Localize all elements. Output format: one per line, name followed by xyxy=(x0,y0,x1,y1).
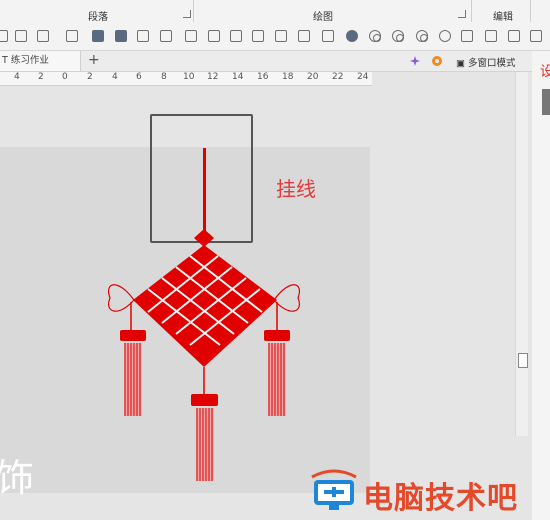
right-tassel xyxy=(264,330,290,416)
knot-grid xyxy=(133,245,277,367)
top-diamond xyxy=(194,229,214,247)
hanging-line xyxy=(203,148,206,234)
chinese-knot-ornament[interactable] xyxy=(0,0,550,520)
left-bow xyxy=(108,284,135,312)
computer-monitor-icon xyxy=(311,469,357,510)
task-panel-title: 设 xyxy=(540,64,550,80)
bottom-tassel xyxy=(191,394,218,481)
task-panel-button[interactable] xyxy=(542,89,550,115)
watermark-text: 电脑技术吧 xyxy=(363,481,518,516)
right-bow xyxy=(273,284,300,312)
left-tassel xyxy=(120,330,146,416)
scrollbar-thumb[interactable] xyxy=(518,353,528,368)
watermark-logo: 电脑技术吧 xyxy=(306,468,550,516)
vertical-scrollbar[interactable] xyxy=(515,72,528,436)
right-task-panel: 设 xyxy=(532,51,550,520)
